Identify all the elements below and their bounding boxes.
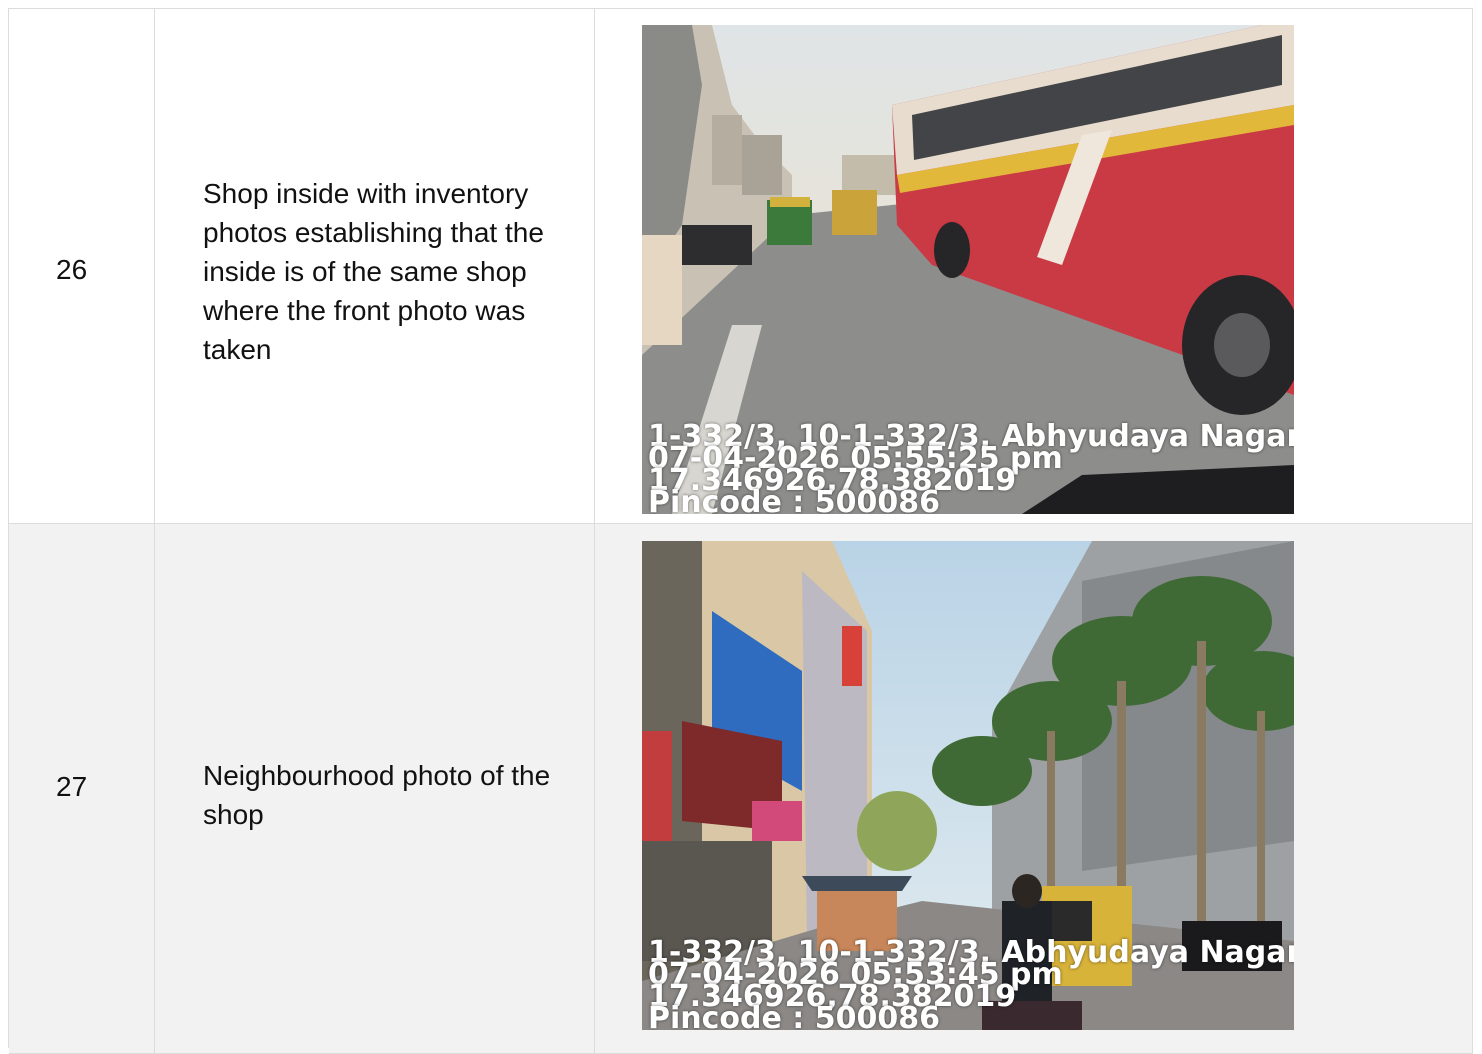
street-bus-photo: 1-332/3, 10-1-332/3, Abhyudaya Nagar, Al… (642, 25, 1294, 514)
neighbourhood-photo: 1-332/3, 10-1-332/3, Abhyudaya Nagar, Al… (642, 541, 1294, 1030)
row-number-cell: 27 (9, 524, 155, 1053)
table-row: 27 Neighbourhood photo of the shop 1-332… (9, 524, 1473, 1054)
row-number-cell: 26 (9, 9, 155, 523)
description-cell: Neighbourhood photo of the shop (155, 524, 595, 1053)
photo-geo-stamp: 1-332/3, 10-1-332/3, Abhyudaya Nagar, Al… (648, 422, 1294, 515)
row-description: Neighbourhood photo of the shop (203, 760, 551, 830)
row-number: 27 (56, 771, 88, 802)
row-description: Shop inside with inventory photos establ… (203, 178, 544, 365)
photo-cell: 1-332/3, 10-1-332/3, Abhyudaya Nagar, Al… (595, 524, 1473, 1053)
photo-evidence-table: 26 Shop inside with inventory photos est… (8, 8, 1473, 1054)
photo-cell: 1-332/3, 10-1-332/3, Abhyudaya Nagar, Al… (595, 9, 1473, 523)
description-cell: Shop inside with inventory photos establ… (155, 9, 595, 523)
row-number: 26 (56, 254, 88, 285)
photo-geo-stamp: 1-332/3, 10-1-332/3, Abhyudaya Nagar, Al… (648, 938, 1294, 1031)
table-row: 26 Shop inside with inventory photos est… (9, 9, 1473, 524)
